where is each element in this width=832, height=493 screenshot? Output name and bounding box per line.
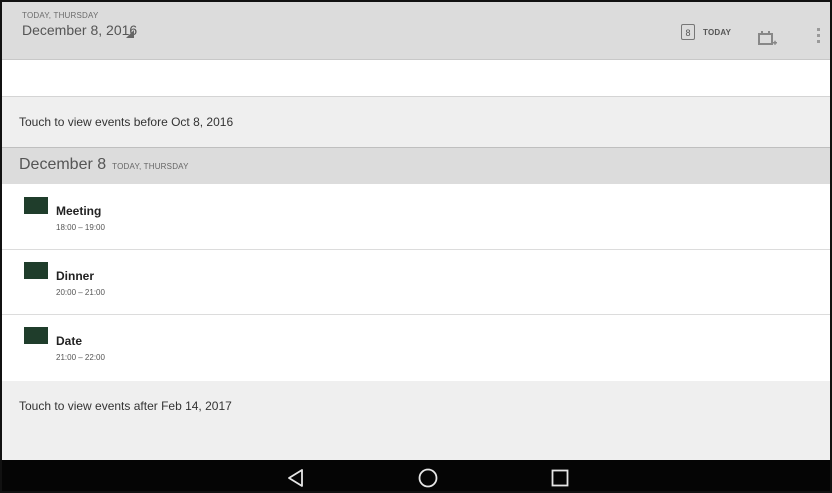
today-label: TODAY	[703, 27, 732, 37]
day-header-subtitle: TODAY, THURSDAY	[112, 162, 189, 171]
day-header-date: December 8	[19, 156, 107, 173]
dropdown-triangle-icon[interactable]	[126, 30, 134, 38]
calendar-icon-number: 8	[685, 28, 691, 38]
load-later-events[interactable]: Touch to view events after Feb 14, 2017	[2, 381, 830, 433]
event-color-swatch	[24, 262, 48, 279]
calendar-screen: TODAY, THURSDAY December 8, 2016 8 TODAY…	[0, 0, 832, 493]
action-bar: TODAY, THURSDAY December 8, 2016 8 TODAY	[2, 2, 830, 60]
load-later-label: Touch to view events after Feb 14, 2017	[19, 399, 232, 413]
event-time: 18:00 – 19:00	[56, 223, 105, 232]
recents-icon[interactable]	[549, 467, 571, 489]
load-earlier-label: Touch to view events before Oct 8, 2016	[19, 115, 234, 129]
event-title: Dinner	[56, 269, 95, 283]
event-color-swatch	[24, 327, 48, 344]
date-selector[interactable]: TODAY, THURSDAY December 8, 2016	[22, 11, 137, 38]
event-time: 20:00 – 21:00	[56, 288, 105, 297]
event-item[interactable]: Meeting 18:00 – 19:00	[2, 185, 830, 250]
overflow-menu-icon[interactable]	[815, 28, 821, 48]
add-event-icon[interactable]	[758, 30, 778, 48]
event-color-swatch	[24, 197, 48, 214]
load-earlier-events[interactable]: Touch to view events before Oct 8, 2016	[2, 97, 830, 148]
date-subtitle: TODAY, THURSDAY	[22, 11, 99, 20]
event-time: 21:00 – 22:00	[56, 353, 105, 362]
date-title: December 8, 2016	[22, 22, 138, 38]
event-item[interactable]: Dinner 20:00 – 21:00	[2, 250, 830, 315]
day-header: December 8 TODAY, THURSDAY	[2, 148, 830, 184]
event-title: Meeting	[56, 204, 102, 218]
event-item[interactable]: Date 21:00 – 22:00	[2, 315, 830, 380]
list-bottom-area	[2, 433, 830, 460]
home-icon[interactable]	[417, 467, 439, 489]
event-title: Date	[56, 334, 83, 348]
system-nav-bar	[2, 460, 830, 491]
today-button[interactable]: 8 TODAY	[681, 24, 731, 40]
back-icon[interactable]	[285, 467, 307, 489]
blank-row	[2, 60, 830, 97]
calendar-today-icon: 8	[681, 24, 695, 40]
